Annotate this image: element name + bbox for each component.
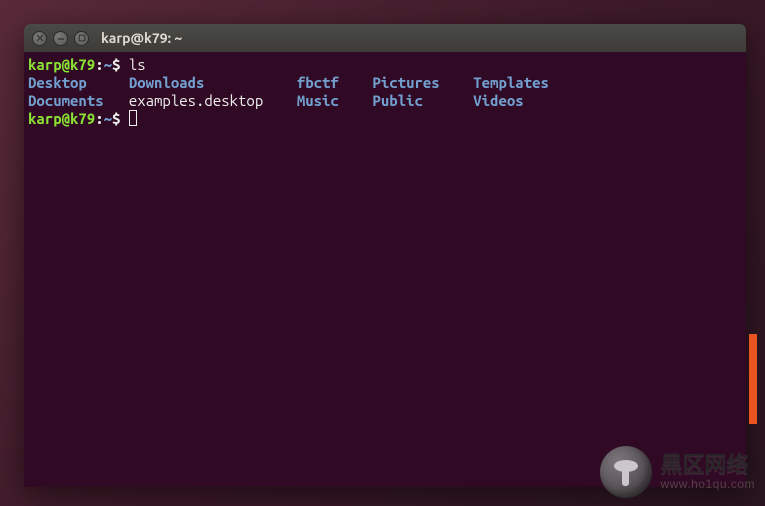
watermark: 黑区网络 www.ho1qu.com [600, 446, 755, 498]
cursor [129, 110, 137, 126]
prompt-sep1: : [95, 110, 103, 127]
window-title: karp@k79: ~ [101, 30, 182, 46]
prompt-path: ~ [104, 110, 112, 127]
ls-output: Desktop Downloads fbctf Pictures Templat… [28, 74, 549, 109]
maximize-button[interactable] [74, 31, 89, 46]
minimize-button[interactable] [53, 31, 68, 46]
close-button[interactable] [32, 31, 47, 46]
directory-entry: Desktop [28, 74, 87, 91]
prompt-path: ~ [104, 56, 112, 73]
terminal-body[interactable]: karp@k79:~$ ls Desktop Downloads fbctf P… [24, 52, 746, 487]
directory-entry: Pictures [372, 74, 439, 91]
directory-entry: Public [372, 92, 422, 109]
directory-entry: fbctf [297, 74, 339, 91]
prompt-line-1: karp@k79:~$ ls [28, 56, 146, 73]
terminal-window: karp@k79: ~ karp@k79:~$ ls Desktop Downl… [24, 24, 746, 487]
prompt-sep2: $ [112, 56, 120, 73]
watermark-sub: www.ho1qu.com [660, 478, 755, 491]
command-text: ls [129, 56, 146, 73]
directory-entry: Templates [473, 74, 549, 91]
file-entry: examples.desktop [129, 92, 263, 109]
directory-entry: Downloads [129, 74, 205, 91]
prompt-user-host: karp@k79 [28, 56, 95, 73]
prompt-user-host: karp@k79 [28, 110, 95, 127]
directory-entry: Music [297, 92, 339, 109]
watermark-main: 黑区网络 [660, 453, 755, 477]
close-icon [36, 34, 44, 42]
maximize-icon [78, 34, 86, 42]
directory-entry: Videos [473, 92, 523, 109]
watermark-text: 黑区网络 www.ho1qu.com [660, 453, 755, 490]
titlebar: karp@k79: ~ [24, 24, 746, 52]
accent-bar [749, 334, 757, 424]
prompt-sep2: $ [112, 110, 120, 127]
mushroom-icon [600, 446, 652, 498]
prompt-sep1: : [95, 56, 103, 73]
minimize-icon [57, 34, 65, 42]
prompt-line-2: karp@k79:~$ [28, 110, 137, 127]
directory-entry: Documents [28, 92, 104, 109]
